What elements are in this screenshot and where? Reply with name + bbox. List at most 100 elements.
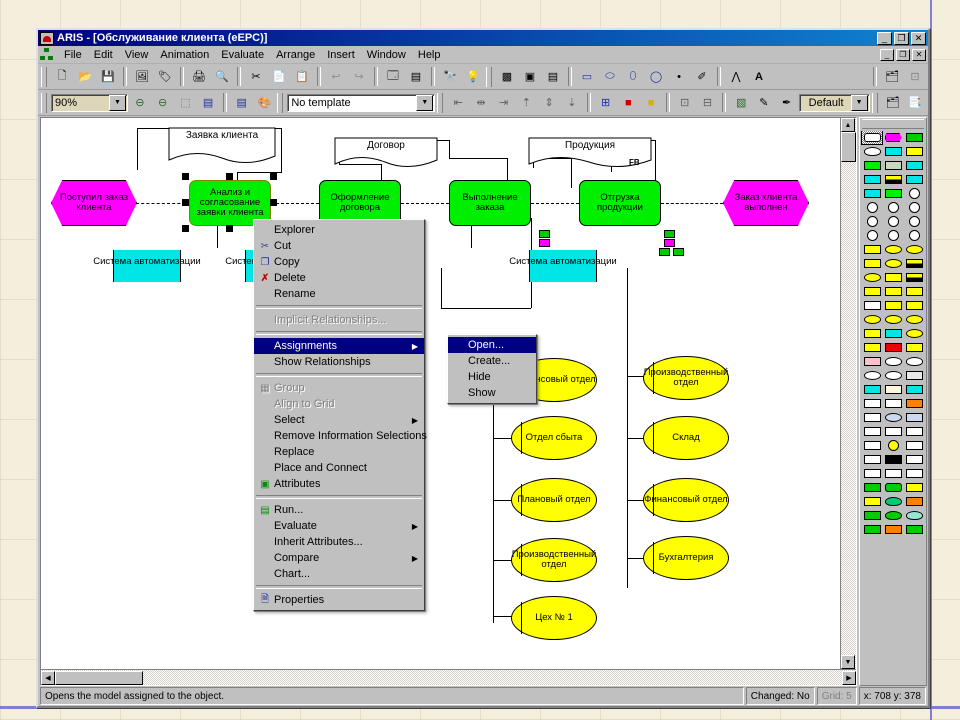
run-icon[interactable]: ▤ <box>405 66 427 87</box>
object-b-icon[interactable]: ▤ <box>542 66 564 87</box>
palette-cell-41[interactable] <box>904 313 924 326</box>
palette-cell-78[interactable] <box>862 495 882 508</box>
chevron-down-icon[interactable]: ▼ <box>108 94 126 111</box>
palette-cell-45[interactable] <box>862 341 882 354</box>
context-item-replace[interactable]: Replace <box>254 444 424 460</box>
hint-icon[interactable]: 💡 <box>462 66 484 87</box>
object-a-icon[interactable]: ▣ <box>519 66 541 87</box>
palette-cell-83[interactable] <box>904 509 924 522</box>
new-icon[interactable]: 🗋 <box>51 66 73 87</box>
palette-grip[interactable] <box>862 119 924 129</box>
context-item-implicit-relationships[interactable]: Implicit Relationships... <box>254 312 424 328</box>
place-connect-icon[interactable]: ▩ <box>496 66 518 87</box>
model-canvas[interactable]: Заявка клиента Договор Продукция FB Пост… <box>41 118 840 669</box>
function-product-shipment[interactable]: Отгрузка продукции <box>579 180 661 226</box>
palette-cell-85[interactable] <box>883 523 903 536</box>
palette-cell-63[interactable] <box>862 425 882 438</box>
colors-icon[interactable]: 🎨 <box>253 92 276 113</box>
palette-cell-4[interactable] <box>883 145 903 158</box>
palette-cell-67[interactable] <box>883 439 903 452</box>
palette-cell-44[interactable] <box>904 327 924 340</box>
context-item-align-to-grid[interactable]: Align to Grid <box>254 396 424 412</box>
palette-cell-42[interactable] <box>862 327 882 340</box>
context-item-run[interactable]: ▤ Run... <box>254 502 424 518</box>
palette-cell-69[interactable] <box>862 453 882 466</box>
org-unit[interactable]: Склад <box>643 416 729 460</box>
palette-cell-25[interactable] <box>883 243 903 256</box>
palette-cell-11[interactable] <box>904 173 924 186</box>
palette-cell-77[interactable] <box>904 481 924 494</box>
view-toolbar-grip-2[interactable] <box>277 92 284 113</box>
toolbar-grip-2[interactable] <box>486 66 492 87</box>
org-unit[interactable]: Финансовый отдел <box>643 478 729 522</box>
function-order-execution[interactable]: Выполнение заказа <box>449 180 531 226</box>
menu-animation[interactable]: Animation <box>154 48 215 62</box>
palette-cell-21[interactable] <box>862 229 882 242</box>
line-style-icon[interactable]: ✒ <box>775 92 798 113</box>
menu-insert[interactable]: Insert <box>321 48 361 62</box>
palette-cell-7[interactable] <box>883 159 903 172</box>
find-icon[interactable]: 🔭 <box>439 66 461 87</box>
doc-minimize-button[interactable]: _ <box>880 48 894 61</box>
palette-cell-18[interactable] <box>862 215 882 228</box>
attributes-icon[interactable]: 🏷 <box>154 66 176 87</box>
palette-cell-57[interactable] <box>862 397 882 410</box>
system-automation-3[interactable]: Система автоматизации <box>509 250 617 282</box>
palette-cell-48[interactable] <box>862 355 882 368</box>
org-unit[interactable]: Производственный отдел <box>643 356 729 400</box>
text-tool-icon[interactable]: A <box>748 66 770 87</box>
group-icon[interactable]: ⊡ <box>673 92 696 113</box>
submenu-item-create[interactable]: Create... <box>448 353 536 369</box>
vscroll-thumb[interactable] <box>841 132 856 162</box>
palette-cell-55[interactable] <box>883 383 903 396</box>
palette-cell-76[interactable] <box>883 481 903 494</box>
align-left-icon[interactable]: ⇤ <box>447 92 470 113</box>
align-right-icon[interactable]: ⇥ <box>492 92 515 113</box>
zoom-combobox[interactable]: 90% ▼ <box>50 93 128 112</box>
document-shape[interactable]: Договор <box>333 136 439 170</box>
view-toolbar-grip-3[interactable] <box>437 92 444 113</box>
palette-cell-8[interactable] <box>904 159 924 172</box>
system-automation-1[interactable]: Система автоматизации <box>93 250 201 282</box>
palette-cell-66[interactable] <box>862 439 882 452</box>
menu-help[interactable]: Help <box>412 48 447 62</box>
fit-page-icon[interactable]: ▤ <box>197 92 219 113</box>
palette-cell-53[interactable] <box>904 369 924 382</box>
palette-cell-49[interactable] <box>883 355 903 368</box>
palette-cell-39[interactable] <box>862 313 882 326</box>
context-item-chart[interactable]: Chart... <box>254 566 424 582</box>
freehand-tool-icon[interactable]: ✐ <box>691 66 713 87</box>
org-unit[interactable]: Плановый отдел <box>511 478 597 522</box>
open-assigned-icon[interactable]: ⊡ <box>904 66 926 87</box>
palette-cell-34[interactable] <box>883 285 903 298</box>
fill-red-icon[interactable]: ■ <box>617 92 640 113</box>
selection-handle[interactable] <box>226 225 233 232</box>
palette-cell-70[interactable] <box>883 453 903 466</box>
palette-cell-13[interactable] <box>883 187 903 200</box>
zoom-in-icon[interactable]: ⊖ <box>151 92 174 113</box>
submenu-item-hide[interactable]: Hide <box>448 369 536 385</box>
menu-edit[interactable]: Edit <box>88 48 119 62</box>
restore-button[interactable]: ❐ <box>894 31 909 45</box>
palette-cell-17[interactable] <box>904 201 924 214</box>
point-tool-icon[interactable]: • <box>668 66 690 87</box>
layer-icon[interactable]: ▧ <box>730 92 753 113</box>
ellipse-tool-icon[interactable]: ⬭ <box>599 66 621 87</box>
palette-cell-61[interactable] <box>883 411 903 424</box>
copy-icon[interactable]: 📄 <box>268 66 290 87</box>
context-item-assignments[interactable]: Assignments ▶ <box>254 338 424 354</box>
canvas-vertical-scrollbar[interactable]: ▲ ▼ <box>840 118 856 669</box>
palette-cell-50[interactable] <box>904 355 924 368</box>
ungroup-icon[interactable]: ⊟ <box>696 92 719 113</box>
selection-handle[interactable] <box>270 199 277 206</box>
palette-cell-24[interactable] <box>862 243 882 256</box>
scroll-down-button[interactable]: ▼ <box>841 655 855 669</box>
open-icon[interactable]: 📂 <box>74 66 96 87</box>
palette-cell-80[interactable] <box>904 495 924 508</box>
minimize-button[interactable]: _ <box>877 31 892 45</box>
selection-handle[interactable] <box>226 173 233 180</box>
document-shape[interactable]: Заявка клиента <box>167 126 277 166</box>
assign-model-icon-2[interactable]: 🗂 <box>881 92 904 113</box>
palette-cell-68[interactable] <box>904 439 924 452</box>
palette-cell-47[interactable] <box>904 341 924 354</box>
